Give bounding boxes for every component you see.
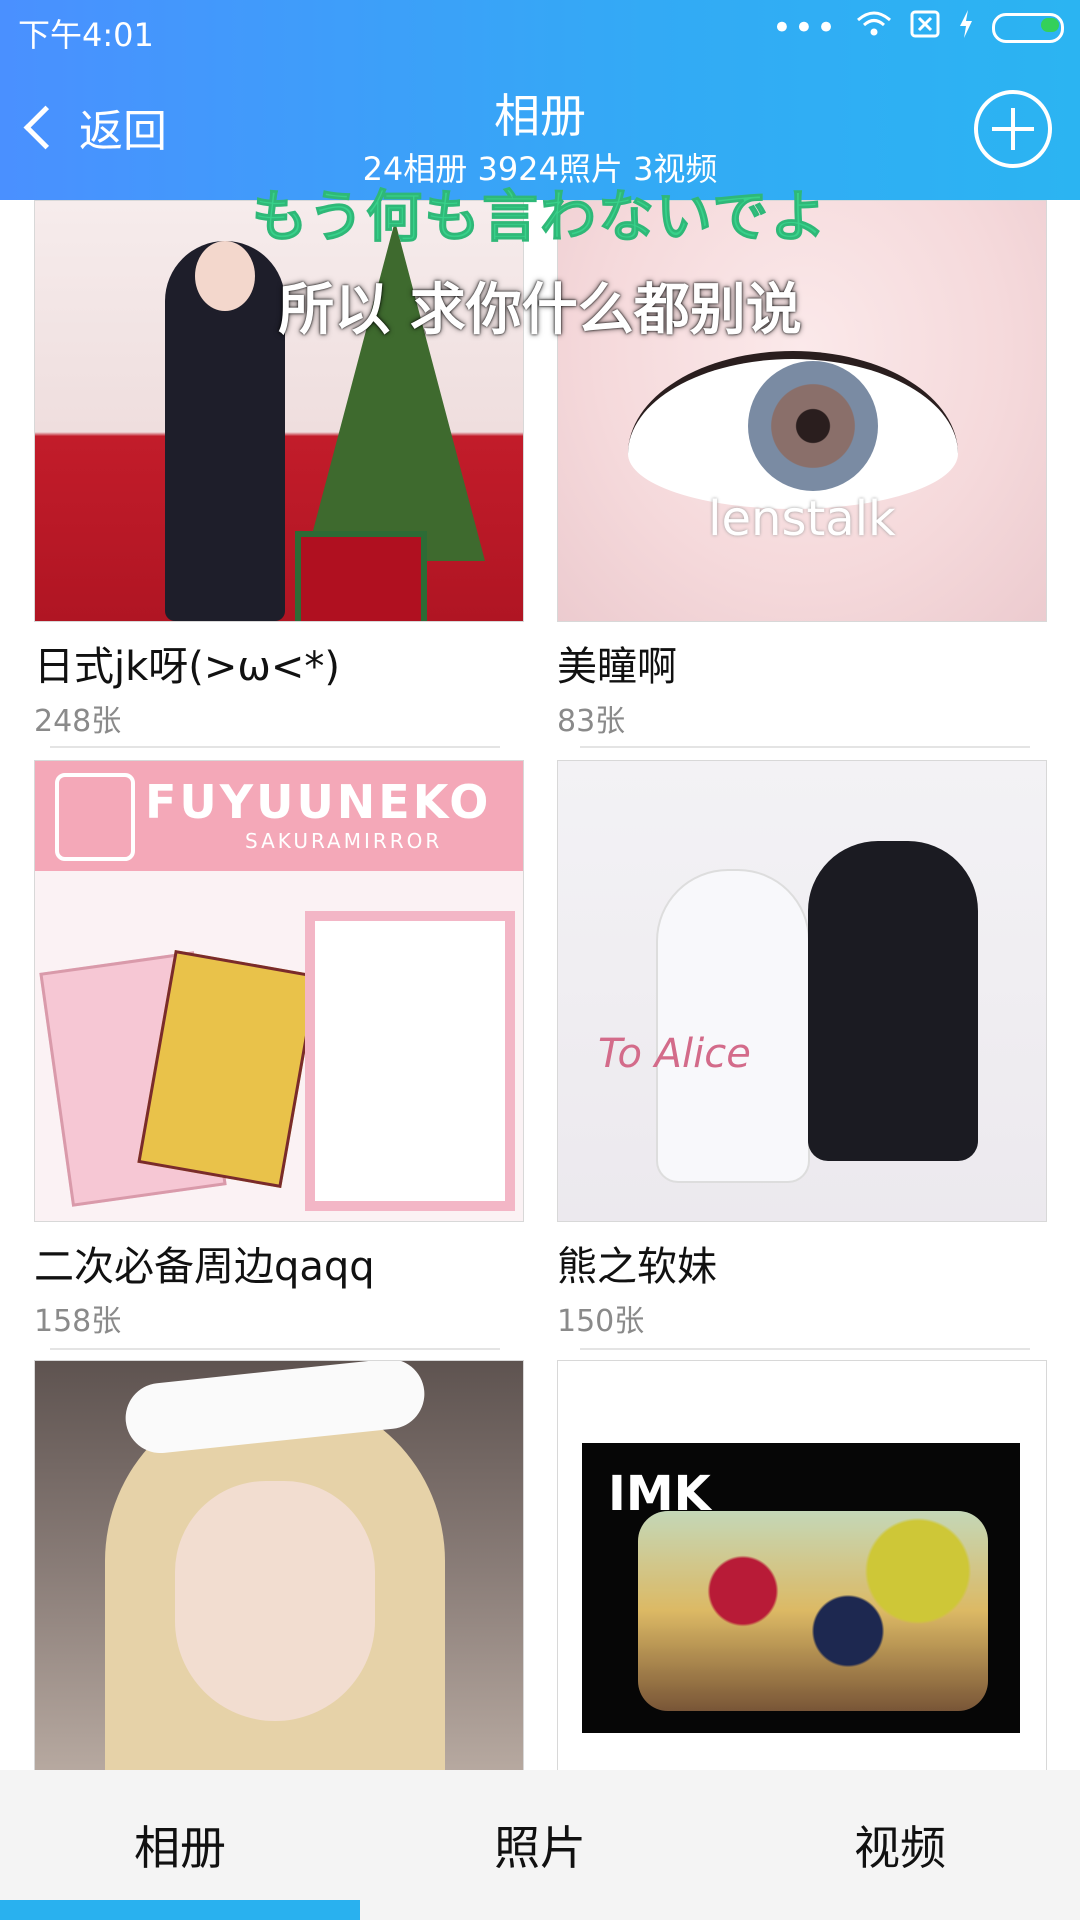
thumb-brand-text: IMK: [608, 1466, 711, 1522]
no-sim-icon: [910, 10, 940, 46]
album-card[interactable]: To Alice 熊之软妹 150张: [557, 760, 1047, 1340]
page-title: 相册: [494, 89, 586, 143]
thumb-gift: [295, 531, 427, 621]
lyric-overlay-japanese: もう何も言わないでよ: [251, 185, 829, 251]
album-thumbnail[interactable]: FUYUUNEKO SAKURAMIRROR: [34, 760, 524, 1222]
album-thumbnail[interactable]: IMK: [557, 1360, 1047, 1770]
more-dots-icon: •••: [771, 8, 838, 48]
album-card[interactable]: [34, 1360, 524, 1770]
album-title: 二次必备周边qaqq: [34, 1244, 375, 1290]
thumb-signature: To Alice: [598, 1031, 751, 1077]
divider: [580, 1348, 1030, 1350]
thumb-sub-text: SAKURAMIRROR: [245, 829, 443, 853]
album-thumbnail[interactable]: To Alice: [557, 760, 1047, 1222]
tab-videos[interactable]: 视频: [720, 1770, 1080, 1920]
top-bar: 下午4:01 ••• 返回 相册 24相册 3924照片 3视频: [0, 0, 1080, 200]
thumb-figure-black: [808, 841, 978, 1161]
thumb-brand-text: lenstalk: [708, 491, 896, 547]
album-thumbnail[interactable]: [34, 200, 524, 622]
album-title: 美瞳啊: [557, 644, 677, 690]
thumb-iris: [748, 361, 878, 491]
album-count: 150张: [557, 1304, 645, 1339]
album-count: 83张: [557, 704, 626, 739]
bottom-tab-bar: 相册 照片 视频: [0, 1770, 1080, 1920]
thumb-figure-white: [658, 871, 808, 1181]
divider: [50, 746, 500, 748]
album-count: 158张: [34, 1304, 122, 1339]
lyric-overlay-chinese: 所以 求你什么都别说: [278, 278, 802, 343]
album-title: 熊之软妹: [557, 1244, 717, 1290]
album-count: 248张: [34, 704, 122, 739]
album-card[interactable]: FUYUUNEKO SAKURAMIRROR 二次必备周边qaqq 158张: [34, 760, 524, 1340]
thumb-fruit-box: [638, 1511, 988, 1711]
album-thumbnail[interactable]: lenstalk: [557, 200, 1047, 622]
tab-photos[interactable]: 照片: [360, 1770, 720, 1920]
status-icons: •••: [772, 10, 1064, 46]
wifi-icon: [856, 10, 892, 46]
divider: [50, 1348, 500, 1350]
status-time: 下午4:01: [18, 16, 154, 54]
album-title: 日式jk呀(>ω<*): [34, 644, 341, 690]
album-grid: 日式jk呀(>ω<*) 248张 lenstalk 美瞳啊 83张 FUYUUN…: [0, 200, 1080, 1770]
battery-icon: [992, 13, 1064, 43]
thumb-brand-text: FUYUUNEKO: [145, 775, 492, 829]
charging-icon: [958, 10, 974, 46]
divider: [580, 746, 1030, 748]
album-thumbnail[interactable]: [34, 1360, 524, 1770]
add-album-button[interactable]: [974, 90, 1052, 168]
album-card[interactable]: IMK: [557, 1360, 1047, 1770]
active-tab-indicator: [0, 1900, 360, 1920]
cat-logo-icon: [55, 773, 135, 861]
thumb-face: [175, 1481, 375, 1721]
tab-albums[interactable]: 相册: [0, 1770, 360, 1920]
thumb-frame: [305, 911, 515, 1211]
